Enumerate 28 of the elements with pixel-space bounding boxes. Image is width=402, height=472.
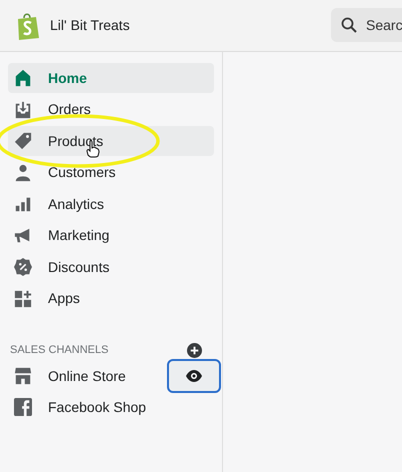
apps-grid-icon [14,290,32,308]
search-icon [341,17,357,33]
discount-badge-icon [14,258,32,276]
nav-item[interactable]: Products [8,126,214,156]
section-heading: SALES CHANNELS [10,343,108,358]
eye-icon [186,370,202,382]
nav-item[interactable]: Home [8,63,214,93]
add-icon[interactable] [187,343,202,358]
tag-icon [14,132,32,150]
nav-item[interactable]: Apps [8,284,214,314]
nav-item[interactable]: Customers [8,158,214,188]
search-field[interactable]: Searc [331,8,402,42]
inbox-download-icon [14,100,32,118]
channel-item[interactable]: Online Store [8,366,126,386]
nav-item[interactable]: Analytics [8,189,214,219]
nav-item[interactable]: Orders [8,94,214,124]
nav-item[interactable]: Marketing [8,220,214,250]
home-icon [14,69,32,87]
channel-item[interactable]: Facebook Shop [8,396,146,418]
facebook-icon [14,398,32,416]
storefront-icon [14,367,32,385]
store-name: Lil' Bit Treats [50,16,130,35]
nav-item[interactable]: Discounts [8,252,214,282]
shopping-bag-logo-icon [16,12,40,40]
megaphone-icon [14,226,32,244]
bar-chart-icon [14,195,32,213]
view-button[interactable] [167,358,221,392]
person-icon [14,164,32,182]
